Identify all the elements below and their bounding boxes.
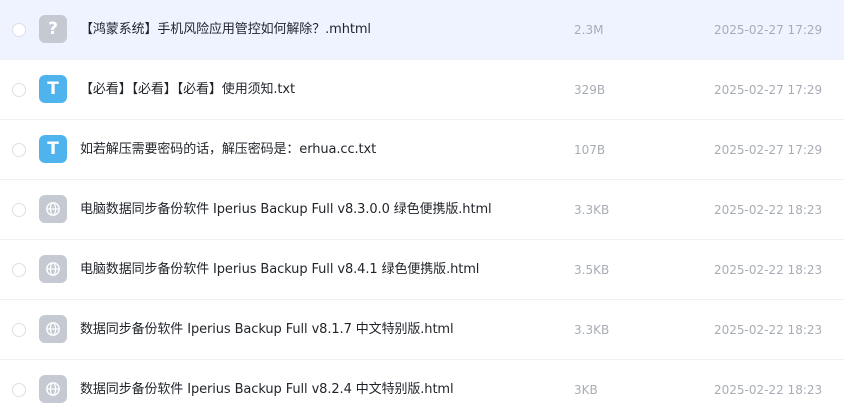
globe-icon (39, 255, 67, 283)
globe-icon (39, 195, 67, 223)
file-row[interactable]: ? 【鸿蒙系统】手机风险应用管控如何解除？.mhtml 2.3M 2025-02… (0, 0, 844, 60)
file-date: 2025-02-22 18:23 (714, 263, 823, 277)
globe-icon (39, 315, 67, 343)
file-row[interactable]: 数据同步备份软件 Iperius Backup Full v8.1.7 中文特别… (0, 300, 844, 360)
file-size: 329B (574, 83, 606, 97)
file-date: 2025-02-22 18:23 (714, 203, 823, 217)
select-checkbox[interactable] (12, 383, 26, 397)
file-size: 3.5KB (574, 263, 610, 277)
file-row[interactable]: 电脑数据同步备份软件 Iperius Backup Full v8.4.1 绿色… (0, 240, 844, 300)
globe-icon (39, 375, 67, 403)
file-row[interactable]: 数据同步备份软件 Iperius Backup Full v8.2.4 中文特别… (0, 360, 844, 403)
file-date: 2025-02-27 17:29 (714, 83, 823, 97)
select-checkbox[interactable] (12, 23, 26, 37)
file-name[interactable]: 【鸿蒙系统】手机风险应用管控如何解除？.mhtml (80, 0, 371, 60)
text-file-icon: T (39, 75, 67, 103)
file-size: 3.3KB (574, 203, 610, 217)
text-file-icon: T (39, 135, 67, 163)
file-name[interactable]: 数据同步备份软件 Iperius Backup Full v8.2.4 中文特别… (80, 360, 454, 403)
select-checkbox[interactable] (12, 323, 26, 337)
file-row[interactable]: T 如若解压需要密码的话，解压密码是：erhua.cc.txt 107B 202… (0, 120, 844, 180)
file-date: 2025-02-27 17:29 (714, 23, 823, 37)
file-name[interactable]: 数据同步备份软件 Iperius Backup Full v8.1.7 中文特别… (80, 300, 454, 360)
select-checkbox[interactable] (12, 203, 26, 217)
file-name[interactable]: 如若解压需要密码的话，解压密码是：erhua.cc.txt (80, 120, 376, 180)
file-row[interactable]: 电脑数据同步备份软件 Iperius Backup Full v8.3.0.0 … (0, 180, 844, 240)
file-date: 2025-02-27 17:29 (714, 143, 823, 157)
file-name[interactable]: 电脑数据同步备份软件 Iperius Backup Full v8.3.0.0 … (80, 180, 492, 240)
file-row[interactable]: T 【必看】【必看】【必看】使用须知.txt 329B 2025-02-27 1… (0, 60, 844, 120)
file-date: 2025-02-22 18:23 (714, 323, 823, 337)
file-date: 2025-02-22 18:23 (714, 383, 823, 397)
select-checkbox[interactable] (12, 83, 26, 97)
select-checkbox[interactable] (12, 263, 26, 277)
file-list: ? 【鸿蒙系统】手机风险应用管控如何解除？.mhtml 2.3M 2025-02… (0, 0, 844, 403)
file-size: 2.3M (574, 23, 604, 37)
file-size: 107B (574, 143, 606, 157)
select-checkbox[interactable] (12, 143, 26, 157)
file-name[interactable]: 【必看】【必看】【必看】使用须知.txt (80, 60, 295, 120)
file-size: 3.3KB (574, 323, 610, 337)
question-icon: ? (39, 15, 67, 43)
file-name[interactable]: 电脑数据同步备份软件 Iperius Backup Full v8.4.1 绿色… (80, 240, 479, 300)
file-size: 3KB (574, 383, 598, 397)
